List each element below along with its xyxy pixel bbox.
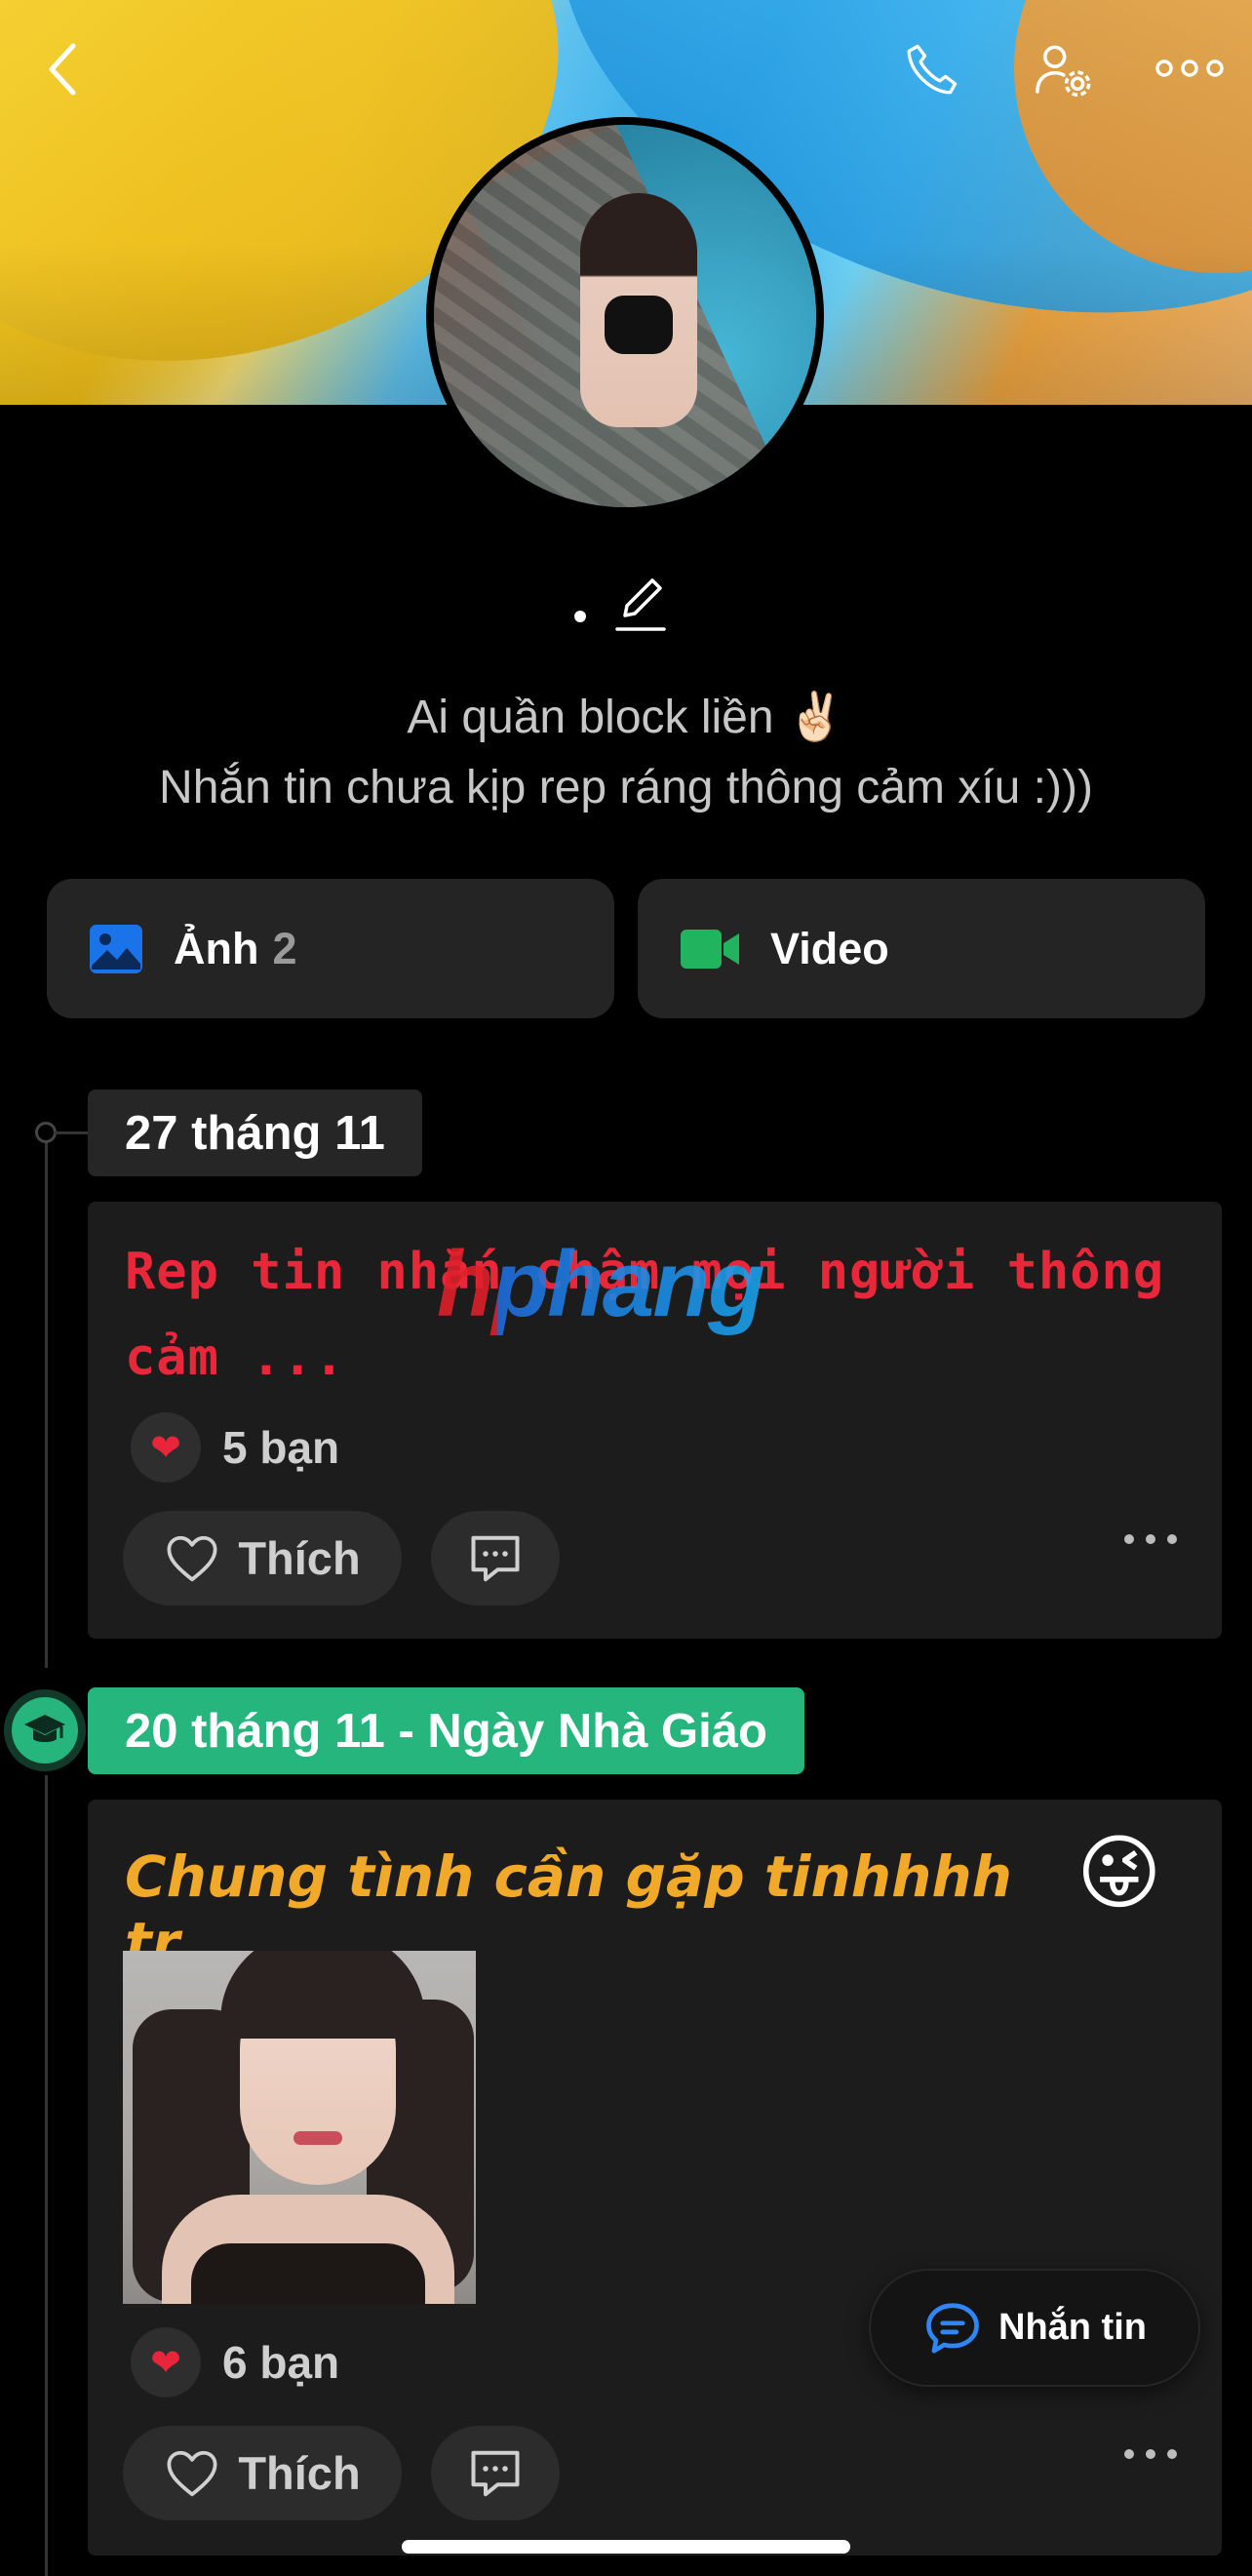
- photo-clothes: [191, 2243, 425, 2304]
- more-horizontal-icon: [1155, 59, 1224, 77]
- home-indicator: [402, 2540, 850, 2554]
- heart-icon: ❤: [131, 1412, 201, 1483]
- call-button[interactable]: [892, 31, 970, 109]
- heart-outline-icon: [167, 2450, 217, 2496]
- comment-button[interactable]: [431, 2426, 560, 2520]
- chat-bubble-icon: [926, 2302, 979, 2354]
- like-label: Thích: [238, 2447, 361, 2499]
- timeline-connector: [55, 1131, 90, 1134]
- comment-icon: [471, 1535, 520, 1581]
- back-button[interactable]: [29, 35, 98, 103]
- comment-icon: [471, 2450, 520, 2496]
- timeline-node-teacher: [4, 1689, 86, 1771]
- likes-count: 6 bạn: [222, 2337, 340, 2388]
- likes-count: 5 bạn: [222, 1422, 340, 1473]
- photo-lips: [293, 2131, 342, 2145]
- post-likes[interactable]: ❤ 6 bạn: [131, 2327, 339, 2398]
- pencil-icon: [615, 578, 666, 631]
- avatar[interactable]: [426, 117, 824, 515]
- timeline-line: [45, 1131, 48, 1668]
- videos-label: Video: [770, 923, 889, 973]
- post-options-button[interactable]: [1121, 2446, 1188, 2495]
- user-settings-icon: [1036, 45, 1091, 98]
- watermark: hphang: [437, 1232, 765, 1336]
- timeline-line: [45, 1775, 48, 2576]
- profile-settings-button[interactable]: [1024, 31, 1102, 109]
- bio-line-1: Ai quần block liền ✌🏻: [407, 692, 845, 743]
- edit-name-button[interactable]: [611, 571, 670, 635]
- videos-button[interactable]: Video: [638, 879, 1205, 1018]
- timeline-date: 20 tháng 11 - Ngày Nhà Giáo: [88, 1687, 804, 1774]
- photos-count: 2: [272, 923, 297, 973]
- graduation-cap-icon: [24, 1715, 65, 1742]
- post-likes[interactable]: ❤ 5 bạn: [131, 1412, 339, 1483]
- video-camera-icon: [681, 929, 739, 969]
- like-button[interactable]: Thích: [123, 1511, 402, 1605]
- more-button[interactable]: [1151, 39, 1229, 98]
- avatar-person-clothes: [605, 296, 673, 354]
- like-label: Thích: [238, 1532, 361, 1584]
- post-photo[interactable]: [123, 1951, 476, 2304]
- wink-emoji: 😜: [1076, 1827, 1162, 1919]
- heart-icon: ❤: [131, 2327, 201, 2398]
- phone-icon: [907, 44, 958, 95]
- avatar-photo: [434, 125, 816, 507]
- more-horizontal-icon: [1124, 1534, 1177, 1544]
- timeline-node: [35, 1122, 57, 1143]
- comment-button[interactable]: [431, 1511, 560, 1605]
- heart-outline-icon: [167, 1535, 217, 1581]
- more-horizontal-icon: [1124, 2449, 1177, 2459]
- photos-button[interactable]: Ảnh 2: [47, 879, 614, 1018]
- profile-name: [574, 611, 586, 622]
- message-label: Nhắn tin: [998, 2307, 1147, 2348]
- bio-line-2: Nhắn tin chưa kịp rep ráng thông cảm xíu…: [159, 762, 1093, 813]
- photos-label: Ảnh 2: [174, 923, 297, 973]
- chevron-left-icon: [49, 43, 76, 96]
- message-button[interactable]: Nhắn tin: [871, 2271, 1198, 2385]
- photo-hair: [220, 1951, 425, 2039]
- post-options-button[interactable]: [1121, 1531, 1188, 1580]
- image-icon: [90, 924, 142, 973]
- timeline-date: 27 tháng 11: [88, 1090, 422, 1176]
- like-button[interactable]: Thích: [123, 2426, 402, 2520]
